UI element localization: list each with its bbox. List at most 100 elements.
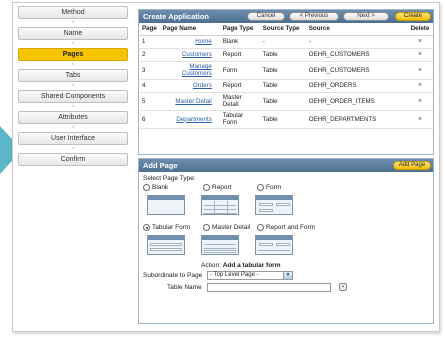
- wizard-step-confirm[interactable]: Confirm: [18, 153, 128, 166]
- page-type: Tabular Form: [219, 110, 260, 129]
- tabular-form-thumbnail-icon: [147, 235, 185, 255]
- delete-icon[interactable]: ×: [407, 79, 433, 93]
- source: OEHR_CUSTOMERS: [305, 61, 407, 80]
- column-header-source-type: Source Type: [259, 23, 306, 36]
- delete-icon[interactable]: ×: [407, 61, 433, 80]
- table-row: 1 Home Blank - - ×: [139, 35, 433, 49]
- create-application-title: Create Application: [143, 12, 209, 21]
- add-page-body: Select Page Type: Blank Report Form Tabu…: [139, 172, 433, 292]
- table-row: 6 Departments Tabular Form Table OEHR_DE…: [139, 110, 433, 129]
- page-number: 6: [139, 110, 160, 129]
- wizard-step-shared-components[interactable]: Shared Components: [18, 90, 128, 103]
- step-connector-icon: ⚬: [70, 62, 76, 68]
- option-label: Report: [212, 184, 232, 192]
- radio-master-detail[interactable]: [203, 224, 210, 231]
- table-row: 3 Manage Customers Form Table OEHR_CUSTO…: [139, 61, 433, 80]
- table-name-label: Table Name: [167, 284, 202, 291]
- page-type-option-tabular-form[interactable]: Tabular Form: [143, 224, 190, 231]
- list-of-values-icon[interactable]: ▪: [339, 283, 347, 291]
- source-type: Table: [259, 61, 306, 80]
- page-number: 4: [139, 79, 160, 93]
- subordinate-selected-value: - Top Level Page -: [210, 272, 259, 278]
- report-page-thumbnail-icon: [201, 195, 239, 215]
- step-connector-icon: ⚬: [70, 125, 76, 131]
- source: OEHR_ORDERS: [305, 79, 407, 93]
- page-number: 1: [139, 35, 160, 49]
- wizard-step-tabs[interactable]: Tabs: [18, 69, 128, 82]
- form-page-thumbnail-icon: [255, 195, 293, 215]
- page-type: Blank: [219, 35, 260, 49]
- page-name-link[interactable]: Master Detail: [159, 92, 220, 111]
- page-name-link[interactable]: Orders: [159, 79, 220, 93]
- wizard-step-pages[interactable]: Pages: [18, 48, 128, 61]
- action-text: Action: Add a tabular form: [201, 262, 280, 269]
- column-header-page-type: Page Type: [219, 23, 260, 36]
- page-type: Form: [219, 61, 260, 80]
- chevron-down-icon[interactable]: ▼: [283, 272, 292, 279]
- source-type: Table: [259, 48, 306, 62]
- page-type-option-report[interactable]: Report: [203, 184, 232, 191]
- wizard-steps: Method ⚬ Name ⚬ Pages ⚬ Tabs ⚬ Shared Co…: [18, 6, 128, 166]
- table-name-input[interactable]: [207, 283, 331, 292]
- wizard-step-method[interactable]: Method: [18, 6, 128, 19]
- page-number: 5: [139, 92, 160, 111]
- option-label: Report and Form: [266, 224, 316, 232]
- page-number: 3: [139, 61, 160, 80]
- source-type: Table: [259, 110, 306, 129]
- select-page-type-label: Select Page Type:: [143, 175, 196, 182]
- radio-report-and-form[interactable]: [257, 224, 264, 231]
- option-label: Blank: [152, 184, 169, 192]
- table-row: 5 Master Detail Master Detail Table OEHR…: [139, 92, 433, 111]
- blank-page-thumbnail-icon: [147, 195, 185, 215]
- page-name-link[interactable]: Manage Customers: [159, 61, 220, 80]
- subordinate-select[interactable]: - Top Level Page - ▼: [207, 271, 293, 280]
- column-header-page-name: Page Name: [159, 23, 220, 36]
- add-page-panel: Add Page Add Page Select Page Type: Blan…: [138, 158, 434, 324]
- add-page-header: Add Page Add Page: [139, 159, 433, 172]
- add-page-button[interactable]: Add Page: [393, 161, 431, 170]
- page-name-link[interactable]: Departments: [159, 110, 220, 129]
- action-label: Action:: [201, 262, 221, 269]
- page-type-option-master-detail[interactable]: Master Detail: [203, 224, 250, 231]
- step-connector-icon: ⚬: [70, 146, 76, 152]
- source: OEHR_CUSTOMERS: [305, 48, 407, 62]
- wizard-step-attributes[interactable]: Attributes: [18, 111, 128, 124]
- step-connector-icon: ⚬: [70, 83, 76, 89]
- radio-tabular-form[interactable]: [143, 224, 150, 231]
- page-type-option-report-and-form[interactable]: Report and Form: [257, 224, 315, 231]
- option-label: Form: [266, 184, 282, 192]
- page-type-option-form[interactable]: Form: [257, 184, 281, 191]
- delete-icon[interactable]: ×: [407, 92, 433, 111]
- wizard-step-user-interface[interactable]: User Interface: [18, 132, 128, 145]
- delete-icon[interactable]: ×: [407, 110, 433, 129]
- report-and-form-thumbnail-icon: [255, 235, 293, 255]
- page-name-link[interactable]: Home: [159, 35, 220, 49]
- create-button[interactable]: Create: [395, 12, 431, 21]
- cancel-button[interactable]: Cancel: [247, 12, 285, 21]
- option-label: Tabular Form: [152, 224, 191, 232]
- radio-blank[interactable]: [143, 184, 150, 191]
- delete-icon[interactable]: ×: [407, 35, 433, 49]
- page-type-option-blank[interactable]: Blank: [143, 184, 168, 191]
- action-value: Add a tabular form: [222, 262, 281, 269]
- source-type: Table: [259, 92, 306, 111]
- source: -: [305, 35, 407, 49]
- add-page-title: Add Page: [143, 161, 178, 170]
- step-connector-icon: ⚬: [70, 104, 76, 110]
- create-application-panel: Create Application Cancel < Previous Nex…: [138, 9, 434, 155]
- source-type: -: [259, 35, 306, 49]
- pages-table: Page Page Name Page Type Source Type Sou…: [139, 23, 433, 129]
- column-header-delete: Delete: [407, 23, 433, 36]
- table-header-row: Page Page Name Page Type Source Type Sou…: [139, 23, 433, 36]
- table-row: 4 Orders Report Table OEHR_ORDERS ×: [139, 79, 433, 93]
- wizard-step-name[interactable]: Name: [18, 27, 128, 40]
- previous-button[interactable]: < Previous: [289, 12, 339, 21]
- column-header-source: Source: [305, 23, 407, 36]
- delete-icon[interactable]: ×: [407, 48, 433, 62]
- page-type: Report: [219, 79, 260, 93]
- master-detail-thumbnail-icon: [201, 235, 239, 255]
- radio-form[interactable]: [257, 184, 264, 191]
- radio-report[interactable]: [203, 184, 210, 191]
- page-name-link[interactable]: Customers: [159, 48, 220, 62]
- next-button[interactable]: Next >: [343, 12, 389, 21]
